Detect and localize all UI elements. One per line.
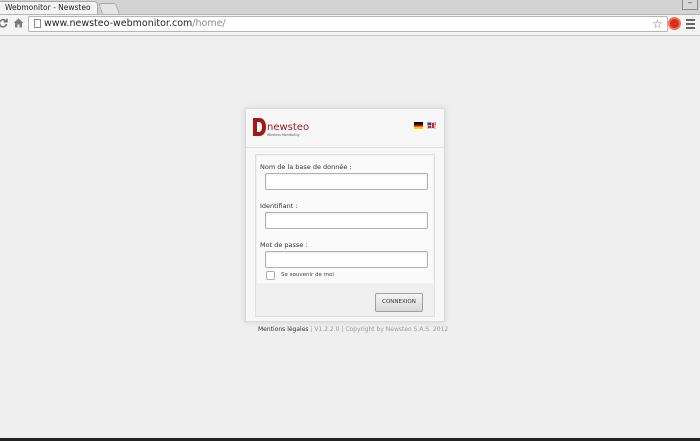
login-form: Nom de la base de donnée : Identifiant :… [255, 154, 435, 317]
uk-flag-icon[interactable] [427, 122, 436, 129]
logo-tagline: Wireless Monitoring [267, 133, 299, 137]
login-card: newsteo Wireless Monitoring Nom de la ba… [245, 108, 445, 322]
password-input[interactable] [265, 251, 428, 268]
new-tab-button[interactable] [97, 3, 121, 14]
remember-me-checkbox[interactable] [266, 271, 275, 280]
refresh-icon[interactable] [0, 17, 10, 33]
login-header: newsteo Wireless Monitoring [246, 109, 444, 148]
tab-title: Webmonitor - Newsteo [5, 3, 91, 12]
page-background: newsteo Wireless Monitoring Nom de la ba… [0, 36, 700, 441]
german-flag-icon[interactable] [414, 122, 423, 129]
minimize-icon: – [687, 0, 693, 8]
browser-tab[interactable]: Webmonitor - Newsteo [0, 1, 98, 14]
logo-wordmark: newsteo [267, 122, 309, 133]
login-fields: Nom de la base de donnée : Identifiant :… [257, 156, 433, 283]
legal-notice-link[interactable]: Mentions légales [258, 326, 309, 333]
home-icon[interactable] [11, 17, 25, 33]
database-input[interactable] [265, 173, 428, 190]
newsteo-logo: newsteo Wireless Monitoring [252, 116, 322, 138]
url-host: www.newsteo-webmonitor.com [44, 18, 193, 29]
identifier-label: Identifiant : [260, 202, 298, 210]
star-icon[interactable]: ☆ [652, 17, 663, 31]
browser-menu-icon[interactable] [686, 19, 695, 31]
url-text: www.newsteo-webmonitor.com/home/ [44, 17, 226, 31]
address-bar[interactable]: www.newsteo-webmonitor.com/home/ [28, 16, 668, 32]
remember-me-label: Se souvenir de moi [281, 272, 334, 278]
url-path: /home/ [192, 18, 226, 29]
page-footer: Mentions légales | V1.2.2.0 | Copyright … [258, 326, 448, 333]
browser-toolbar: www.newsteo-webmonitor.com/home/ [0, 15, 700, 36]
database-label: Nom de la base de donnée : [260, 163, 352, 171]
version-copyright: | V1.2.2.0 | Copyright by Newsteo S.A.S.… [310, 326, 449, 333]
page-icon [34, 19, 41, 28]
minimize-button[interactable]: – [682, 0, 698, 10]
browser-tab-bar: Webmonitor - Newsteo – [0, 0, 700, 15]
password-label: Mot de passe : [260, 241, 308, 249]
identifier-input[interactable] [265, 212, 428, 229]
connexion-button[interactable]: CONNEXION [375, 293, 423, 312]
opera-extension-icon[interactable] [668, 17, 681, 30]
